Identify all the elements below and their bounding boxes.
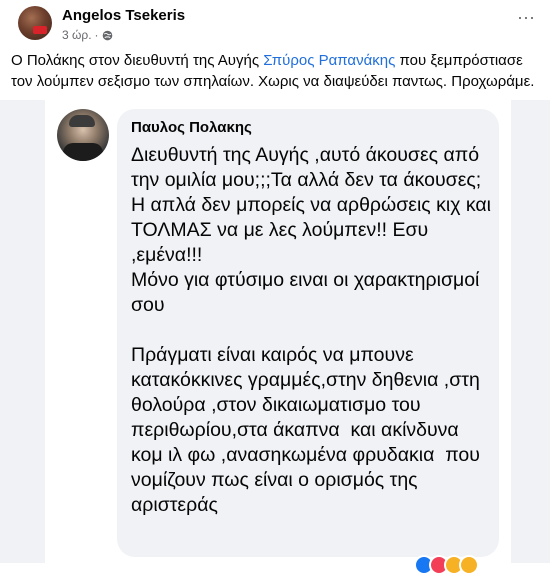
wow-icon <box>459 555 479 575</box>
post-meta: 3 ώρ. · <box>62 28 113 42</box>
post-text: Ο Πολάκης στον διευθυντή της Αυγής Σπύρο… <box>11 52 535 90</box>
comment-screenshot: Παυλος Πολακης Διευθυντή της Αυγής ,αυτό… <box>45 100 511 563</box>
reaction-icons[interactable] <box>414 555 479 575</box>
commenter-name: Παυλος Πολακης <box>131 119 252 136</box>
globe-icon <box>102 30 112 40</box>
meta-separator: · <box>94 28 99 42</box>
post-time[interactable]: 3 ώρ. <box>62 28 92 42</box>
author-name[interactable]: Angelos Tsekeris <box>62 7 185 24</box>
comment-bubble: Παυλος Πολακης Διευθυντή της Αυγής ,αυτό… <box>117 109 499 557</box>
more-options-icon[interactable]: ··· <box>514 8 538 30</box>
post-image[interactable]: Παυλος Πολακης Διευθυντή της Αυγής ,αυτό… <box>0 100 550 563</box>
author-avatar[interactable] <box>18 6 52 40</box>
comment-text: Διευθυντή της Αυγής ,αυτό άκουσες από τη… <box>131 144 491 516</box>
commenter-avatar <box>57 109 109 161</box>
mention-link[interactable]: Σπύρος Ραπανάκης <box>263 52 395 69</box>
post-header: Angelos Tsekeris 3 ώρ. · ··· <box>18 4 538 48</box>
